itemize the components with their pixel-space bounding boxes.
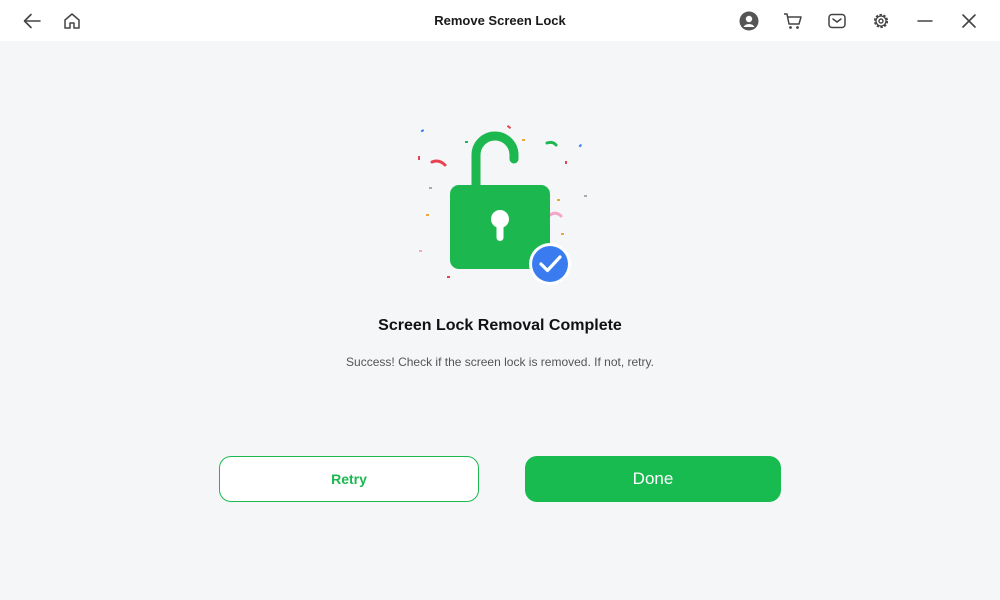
unlocked-padlock-illustration xyxy=(405,123,595,293)
title-bar: Remove Screen Lock xyxy=(0,0,1000,41)
cart-icon[interactable] xyxy=(779,7,807,35)
completion-message: Success! Check if the screen lock is rem… xyxy=(346,355,654,369)
retry-button[interactable]: Retry xyxy=(219,456,479,502)
completion-heading: Screen Lock Removal Complete xyxy=(378,317,622,334)
account-icon[interactable] xyxy=(735,7,763,35)
minimize-icon[interactable] xyxy=(911,7,939,35)
mail-icon[interactable] xyxy=(823,7,851,35)
done-button[interactable]: Done xyxy=(525,456,781,502)
close-icon[interactable] xyxy=(955,7,983,35)
settings-gear-icon[interactable] xyxy=(867,7,895,35)
main-content: Screen Lock Removal Complete Success! Ch… xyxy=(0,41,1000,600)
